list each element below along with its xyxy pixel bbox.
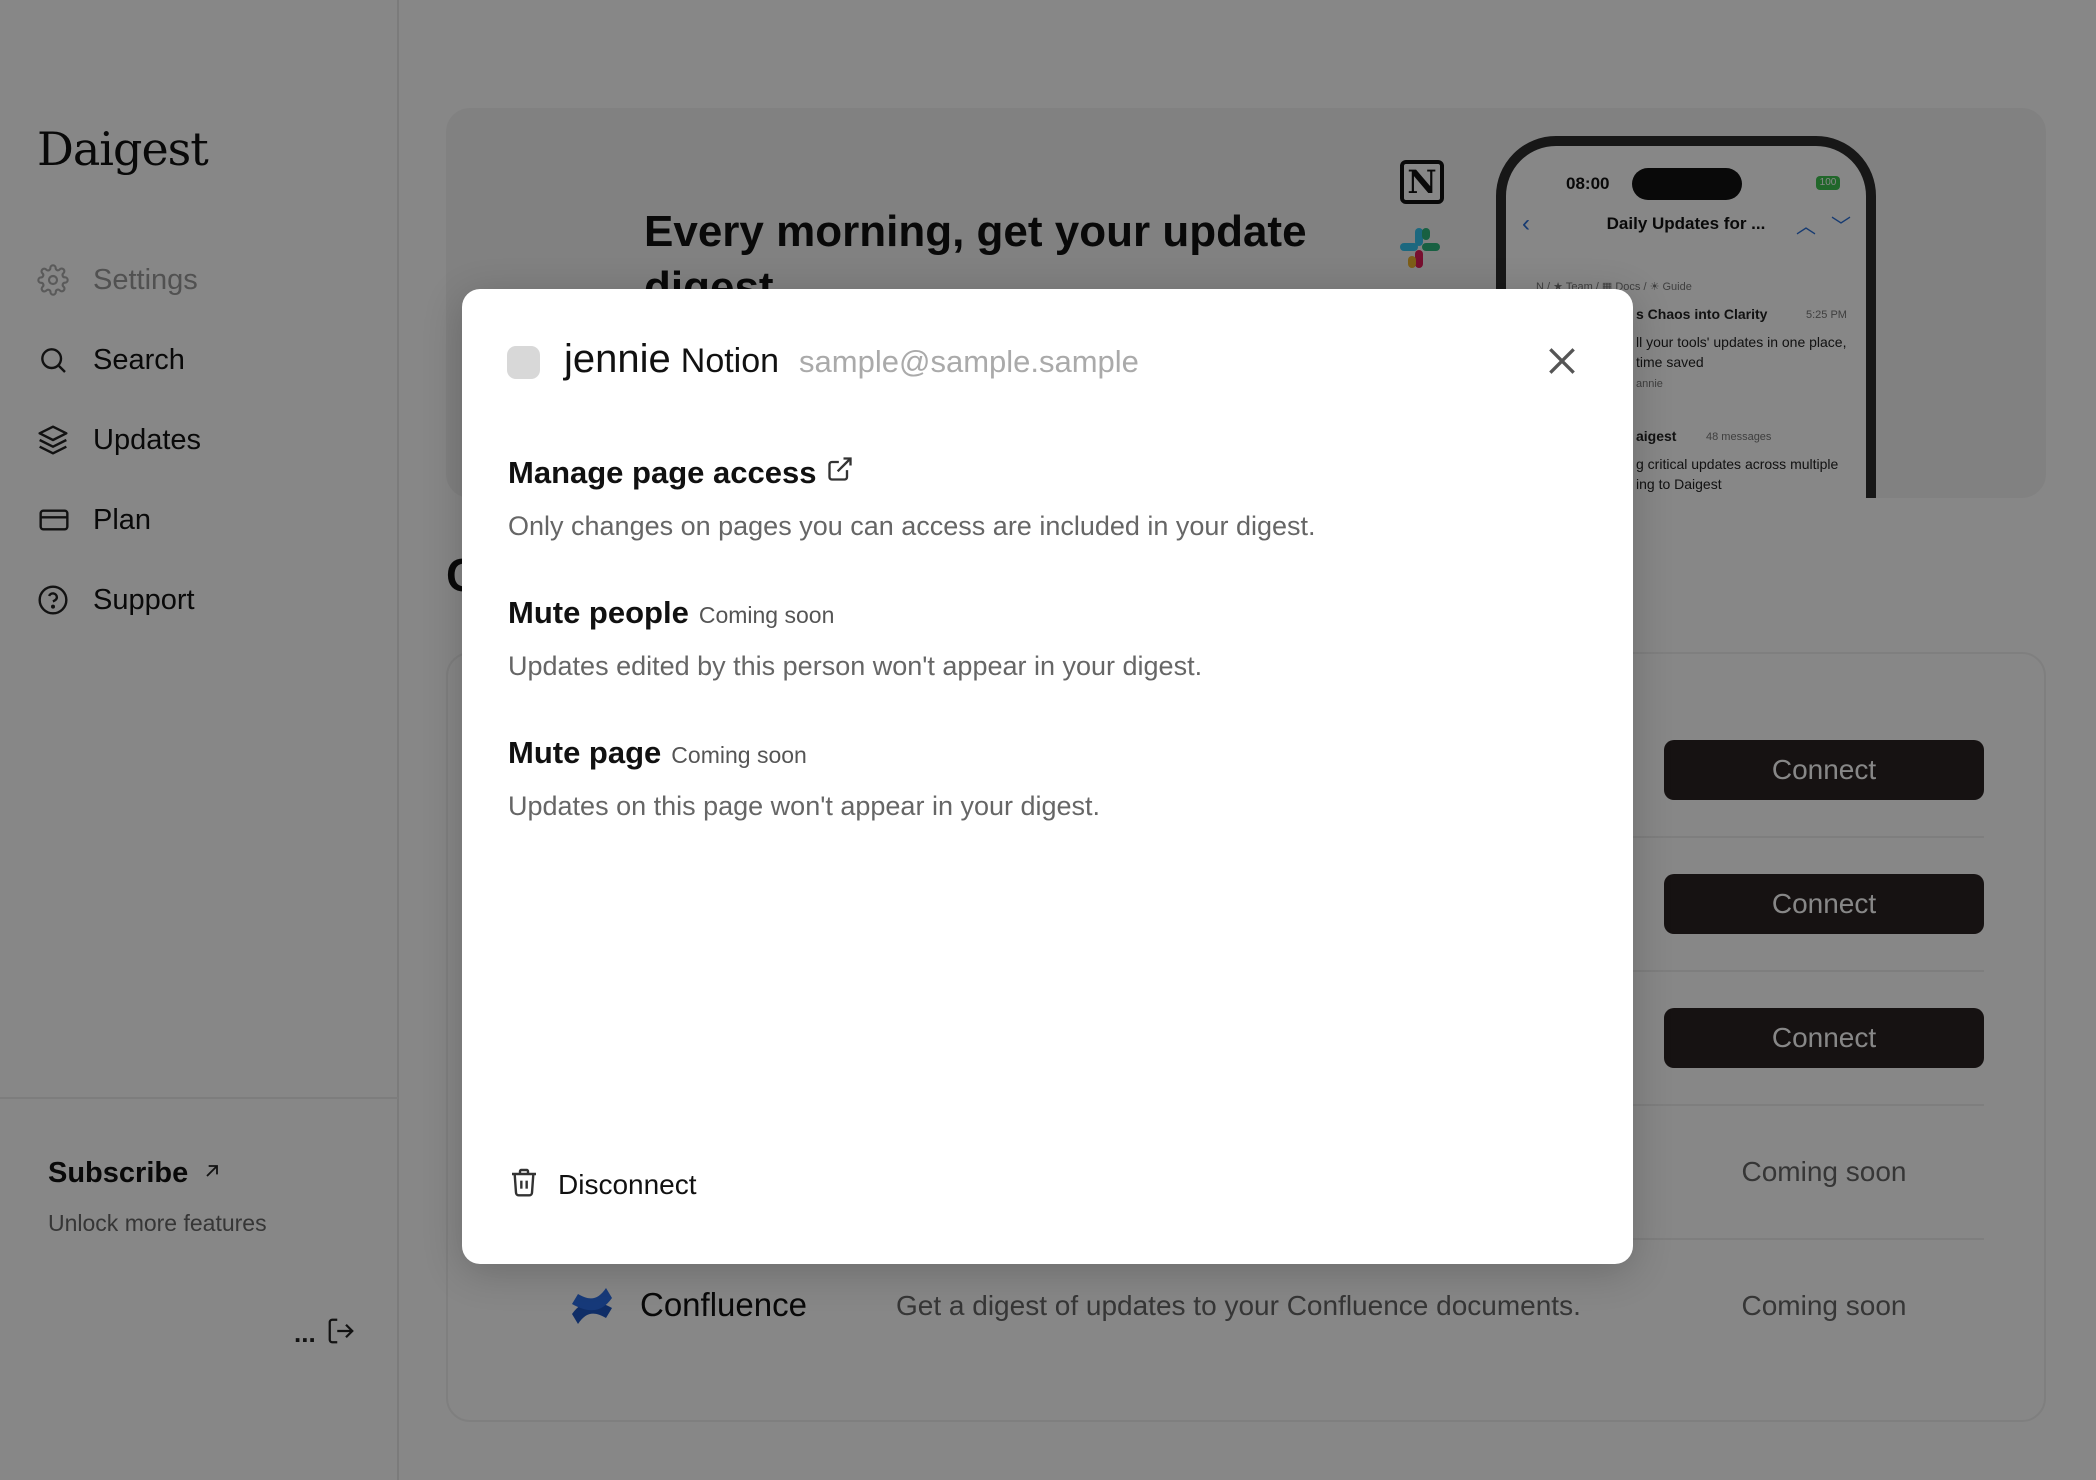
close-button[interactable]	[1542, 341, 1582, 381]
avatar	[507, 346, 540, 379]
section-title-row[interactable]: Manage page access	[508, 455, 1316, 491]
section-title-row: Mute page Coming soon	[508, 735, 1100, 771]
coming-soon-badge: Coming soon	[671, 742, 807, 768]
integration-settings-modal: jennie Notion sample@sample.sample Manag…	[462, 289, 1633, 1264]
manage-page-access-section: Manage page access Only changes on pages…	[508, 455, 1316, 542]
disconnect-button[interactable]: Disconnect	[508, 1165, 697, 1204]
close-icon	[1549, 348, 1575, 374]
section-description: Updates edited by this person won't appe…	[508, 651, 1203, 681]
section-title-row: Mute people Coming soon	[508, 595, 1202, 631]
external-link-icon[interactable]	[826, 455, 854, 488]
tool-name: Notion	[680, 342, 780, 380]
mute-people-section: Mute people Coming soon Updates edited b…	[508, 595, 1202, 682]
section-description: Updates on this page won't appear in you…	[508, 791, 1101, 821]
section-description: Only changes on pages you can access are…	[508, 511, 1316, 541]
user-email: sample@sample.sample	[799, 344, 1139, 379]
section-title: Mute people	[508, 595, 689, 630]
user-name: jennie	[564, 337, 671, 381]
section-title: Mute page	[508, 735, 662, 770]
mute-page-section: Mute page Coming soon Updates on this pa…	[508, 735, 1100, 822]
coming-soon-badge: Coming soon	[698, 602, 835, 628]
trash-icon	[508, 1165, 540, 1204]
modal-header: jennie Notion sample@sample.sample	[564, 337, 1139, 382]
disconnect-label: Disconnect	[558, 1168, 697, 1200]
section-title[interactable]: Manage page access	[508, 455, 816, 491]
